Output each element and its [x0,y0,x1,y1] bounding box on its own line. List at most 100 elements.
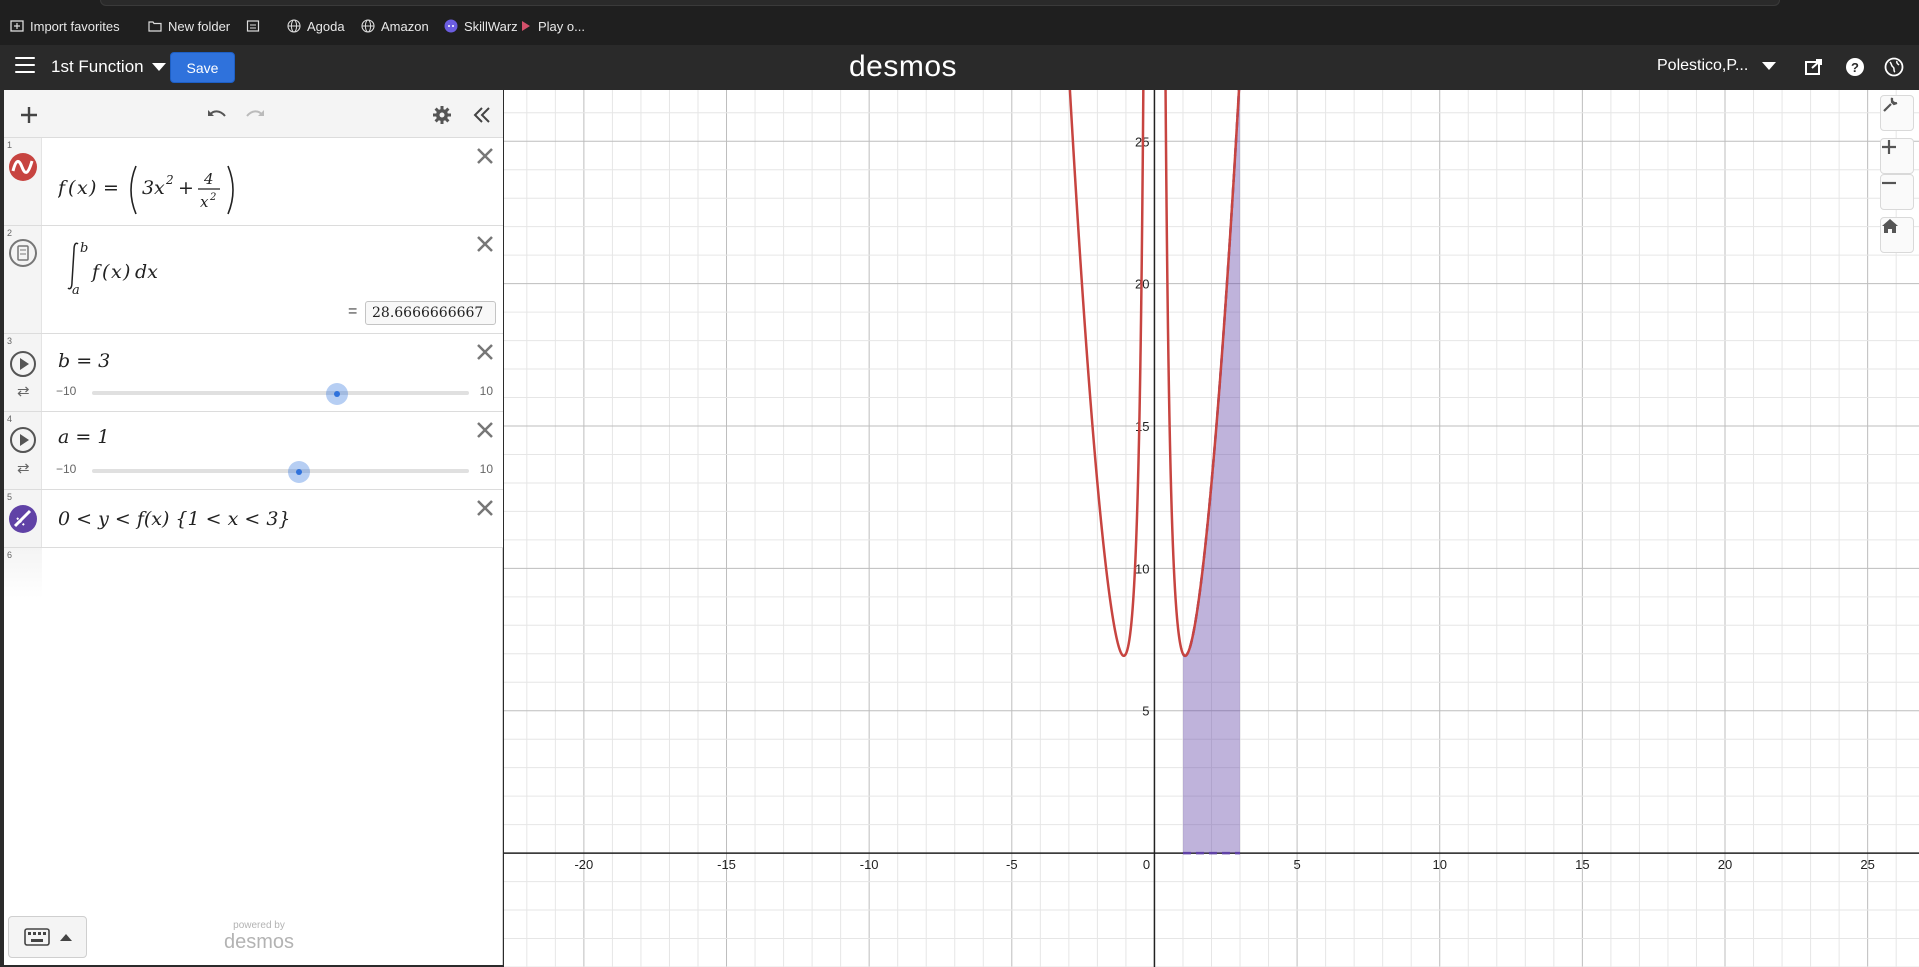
expression-row[interactable]: 4 ⇄ a = 1 −10 10 [4,412,503,490]
slider-thumb[interactable] [326,383,349,405]
settings-button[interactable] [429,102,455,128]
svg-text:): ) [88,177,96,199]
expression-row[interactable]: 2 b a f ( x ) dx = 28.6666666667 [4,226,503,334]
collapse-panel-button[interactable] [469,102,495,128]
undo-icon [208,110,226,117]
redo-button[interactable] [242,102,268,128]
play-icon [522,21,530,31]
address-bar-edge [100,0,1780,6]
desmos-header: 1st Function Save desmos Polestico,P... … [0,45,1919,90]
evaluation-result: 28.6666666667 [365,301,496,325]
graph-title-dropdown[interactable]: 1st Function [51,57,166,77]
save-button[interactable]: Save [170,52,235,83]
expression-toolbar [4,90,503,138]
slider[interactable]: −10 10 [50,383,498,405]
play-slider-button[interactable] [10,351,36,377]
slider-thumb[interactable] [288,461,311,483]
svg-text:b: b [80,241,88,256]
zoom-in-button[interactable] [1880,138,1914,174]
zoom-out-button[interactable] [1880,174,1914,210]
minus-icon [1882,181,1896,185]
expression-number: 5 [7,492,13,502]
expression-row[interactable]: 1 f ( x ) = 3 x 2 + 4 x 2 [4,138,503,226]
loop-icon[interactable]: ⇄ [17,382,30,400]
bookmark-new-folder[interactable]: New folder [148,15,230,37]
slider-min[interactable]: −10 [56,462,76,476]
loop-icon[interactable]: ⇄ [17,459,30,477]
slider-min[interactable]: −10 [56,384,76,398]
language-globe-icon[interactable] [1884,57,1904,77]
x-tick-label: -15 [717,857,736,872]
add-expression-button[interactable] [16,102,42,128]
expression-math: a = 1 [58,426,110,448]
bookmark-skillwarz[interactable]: SkillWarz [444,15,518,37]
expression-math: f ( x ) = 3 x 2 + 4 x 2 [56,160,258,225]
graph-color-icon[interactable] [8,152,38,182]
plus-icon [21,107,37,123]
close-icon[interactable] [475,420,495,440]
folder-icon [148,21,162,32]
bookmark-play[interactable]: Play o... [518,15,585,37]
svg-text:f: f [90,261,102,283]
chevron-down-icon [151,63,166,71]
slider-max[interactable]: 10 [480,384,493,398]
x-tick-label: -5 [1006,857,1018,872]
expression-number: 3 [7,336,13,346]
new-expression-row[interactable]: 6 [4,548,42,598]
close-icon[interactable] [475,234,495,254]
slider-track[interactable] [92,383,469,405]
expression-number: 4 [7,414,13,424]
bookmark-import-favorites[interactable]: Import favorites [10,15,120,37]
graph-canvas[interactable]: -20 -15 -10 -5 0 5 10 15 20 25510152025 [504,90,1919,967]
keyboard-toggle-button[interactable] [8,916,87,958]
globe-icon [361,19,375,33]
chevron-up-icon [59,934,72,941]
bookmarks-bar: Import favorites New folder Agoda Amazon… [0,0,1919,45]
default-view-button[interactable] [1880,217,1914,253]
close-icon[interactable] [475,146,495,166]
keyboard-icon [23,928,50,946]
undo-button[interactable] [204,102,230,128]
chevron-down-icon [1762,62,1777,70]
graph-color-icon[interactable] [8,504,38,534]
expression-number: 6 [7,550,13,560]
svg-text:dx: dx [135,261,158,283]
close-icon[interactable] [475,498,495,518]
help-icon[interactable]: ? [1845,57,1865,77]
slider[interactable]: −10 10 [50,461,498,483]
gear-icon [433,106,451,124]
svg-text:4: 4 [203,170,214,188]
x-tick-label: 15 [1575,857,1589,872]
import-icon [10,20,24,32]
x-tick-label: 25 [1860,857,1874,872]
bookmark-amazon[interactable]: Amazon [361,15,429,37]
svg-text:a: a [72,283,80,298]
x-tick-label: 10 [1432,857,1446,872]
svg-text:x: x [77,177,88,199]
expression-math: b = 3 [58,350,111,372]
redo-icon [246,110,264,117]
x-tick-label: -20 [574,857,593,872]
expression-number: 1 [7,140,13,150]
share-icon[interactable] [1804,57,1824,77]
graph-paper[interactable]: -20 -15 -10 -5 0 5 10 15 20 25 5 10 15 20 25 [504,90,1919,967]
svg-text:x: x [111,261,122,283]
menu-icon[interactable] [15,57,35,75]
graph-settings-button[interactable] [1880,95,1914,131]
svg-text:2: 2 [165,173,174,187]
slider-max[interactable]: 10 [480,462,493,476]
expression-gutter: 4 ⇄ [4,412,42,489]
bookmark-agoda[interactable]: Agoda [287,15,345,37]
bookmark-calendar[interactable] [246,15,260,37]
play-slider-button[interactable] [10,427,36,453]
equals-sign: = [348,303,358,320]
slider-track[interactable] [92,461,469,483]
user-menu[interactable]: Polestico,P... [1657,57,1777,75]
svg-text:=: = [103,177,119,199]
y-tick-label: 15 [1135,419,1149,434]
close-icon[interactable] [475,342,495,362]
wrench-icon [1883,97,1898,112]
expression-row[interactable]: 5 0 < y < f(x) {1 < x < 3} [4,490,503,548]
expression-row[interactable]: 3 ⇄ b = 3 −10 10 [4,334,503,412]
expression-math: b a f ( x ) dx [58,236,178,303]
